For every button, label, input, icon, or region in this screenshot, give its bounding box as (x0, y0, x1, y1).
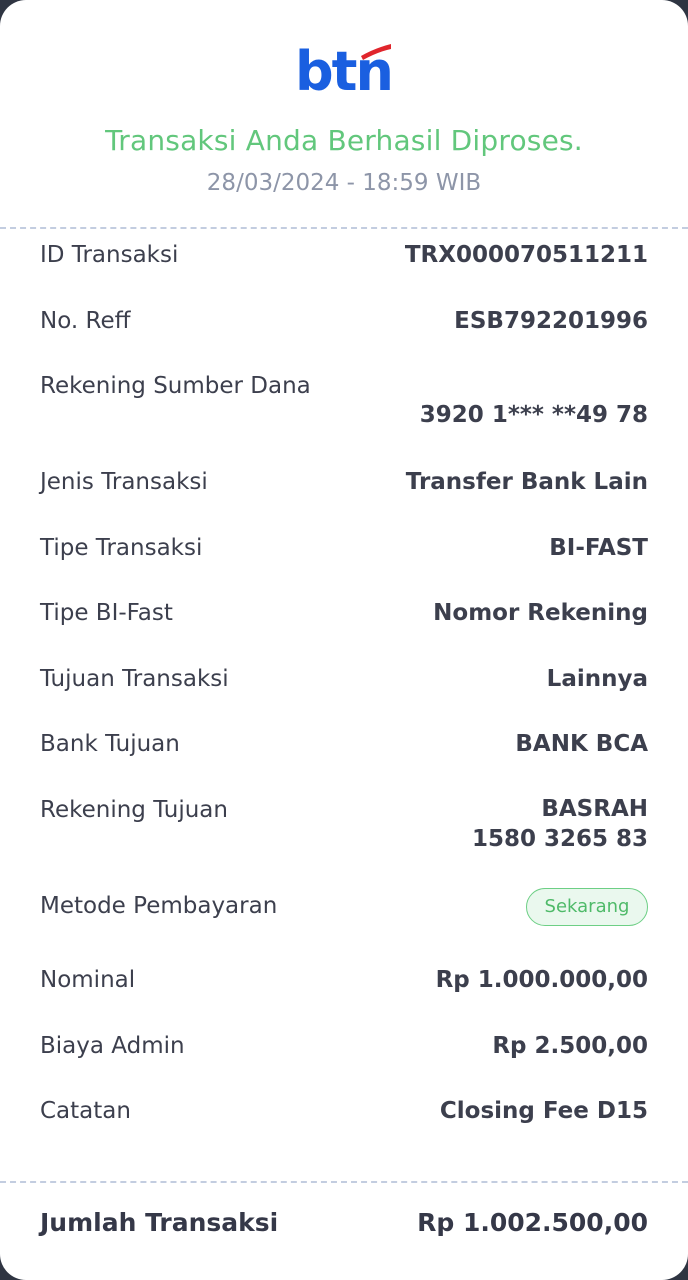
row-tipe-transaksi: Tipe Transaksi BI-FAST (40, 535, 648, 575)
row-catatan: Catatan Closing Fee D15 (40, 1098, 648, 1138)
rekening-tujuan-label: Rekening Tujuan (40, 797, 228, 823)
tujuan-transaksi-label: Tujuan Transaksi (40, 666, 229, 692)
metode-pembayaran-label: Metode Pembayaran (40, 893, 278, 919)
tipe-bifast-value: Nomor Rekening (433, 600, 648, 626)
tipe-transaksi-label: Tipe Transaksi (40, 535, 203, 561)
row-rekening-tujuan: Rekening Tujuan BASRAH 1580 3265 83 (40, 794, 648, 861)
rekening-sumber-label: Rekening Sumber Dana (40, 373, 311, 399)
row-id-transaksi: ID Transaksi TRX000070511211 (40, 242, 648, 282)
row-metode-pembayaran: Metode Pembayaran Sekarang (40, 888, 648, 933)
tipe-bifast-label: Tipe BI-Fast (40, 600, 173, 626)
jenis-transaksi-value: Transfer Bank Lain (405, 469, 648, 495)
total-value: Rp 1.002.500,00 (417, 1208, 648, 1237)
row-tipe-bifast: Tipe BI-Fast Nomor Rekening (40, 600, 648, 640)
catatan-value: Closing Fee D15 (439, 1098, 648, 1124)
row-bank-tujuan: Bank Tujuan BANK BCA (40, 731, 648, 771)
payment-method-badge: Sekarang (526, 888, 648, 926)
bottom-divider (0, 1181, 688, 1183)
nominal-label: Nominal (40, 967, 136, 993)
status-message: Transaksi Anda Berhasil Diproses. (105, 124, 583, 157)
no-reff-value: ESB792201996 (454, 308, 648, 334)
catatan-label: Catatan (40, 1098, 131, 1124)
transaction-datetime: 28/03/2024 - 18:59 WIB (206, 170, 482, 196)
tujuan-transaksi-value: Lainnya (546, 666, 648, 692)
row-nominal: Nominal Rp 1.000.000,00 (40, 967, 648, 1007)
biaya-admin-label: Biaya Admin (40, 1033, 185, 1059)
top-divider (0, 227, 688, 229)
row-tujuan-transaksi: Tujuan Transaksi Lainnya (40, 666, 648, 706)
row-biaya-admin: Biaya Admin Rp 2.500,00 (40, 1033, 648, 1073)
id-transaksi-value: TRX000070511211 (404, 242, 648, 268)
nominal-value: Rp 1.000.000,00 (435, 967, 648, 993)
row-rekening-sumber: Rekening Sumber Dana 3920 1*** **49 78 (40, 373, 648, 443)
rekening-tujuan-number: 1580 3265 83 (471, 826, 648, 852)
rekening-tujuan-value: BASRAH 1580 3265 83 (472, 794, 648, 854)
biaya-admin-value: Rp 2.500,00 (492, 1033, 648, 1059)
bank-tujuan-value: BANK BCA (515, 731, 648, 757)
no-reff-label: No. Reff (40, 308, 131, 334)
rekening-sumber-value: 3920 1*** **49 78 (419, 402, 648, 428)
tipe-transaksi-value: BI-FAST (549, 535, 648, 561)
jenis-transaksi-label: Jenis Transaksi (40, 469, 208, 495)
total-label: Jumlah Transaksi (40, 1208, 279, 1237)
rekening-tujuan-name: BASRAH (541, 796, 648, 822)
id-transaksi-label: ID Transaksi (40, 242, 179, 268)
bank-tujuan-label: Bank Tujuan (40, 731, 180, 757)
row-jenis-transaksi: Jenis Transaksi Transfer Bank Lain (40, 469, 648, 509)
row-no-reff: No. Reff ESB792201996 (40, 308, 648, 348)
transaction-receipt: btn Transaksi Anda Berhasil Diproses. 28… (0, 0, 688, 1280)
btn-logo: btn (295, 40, 394, 98)
